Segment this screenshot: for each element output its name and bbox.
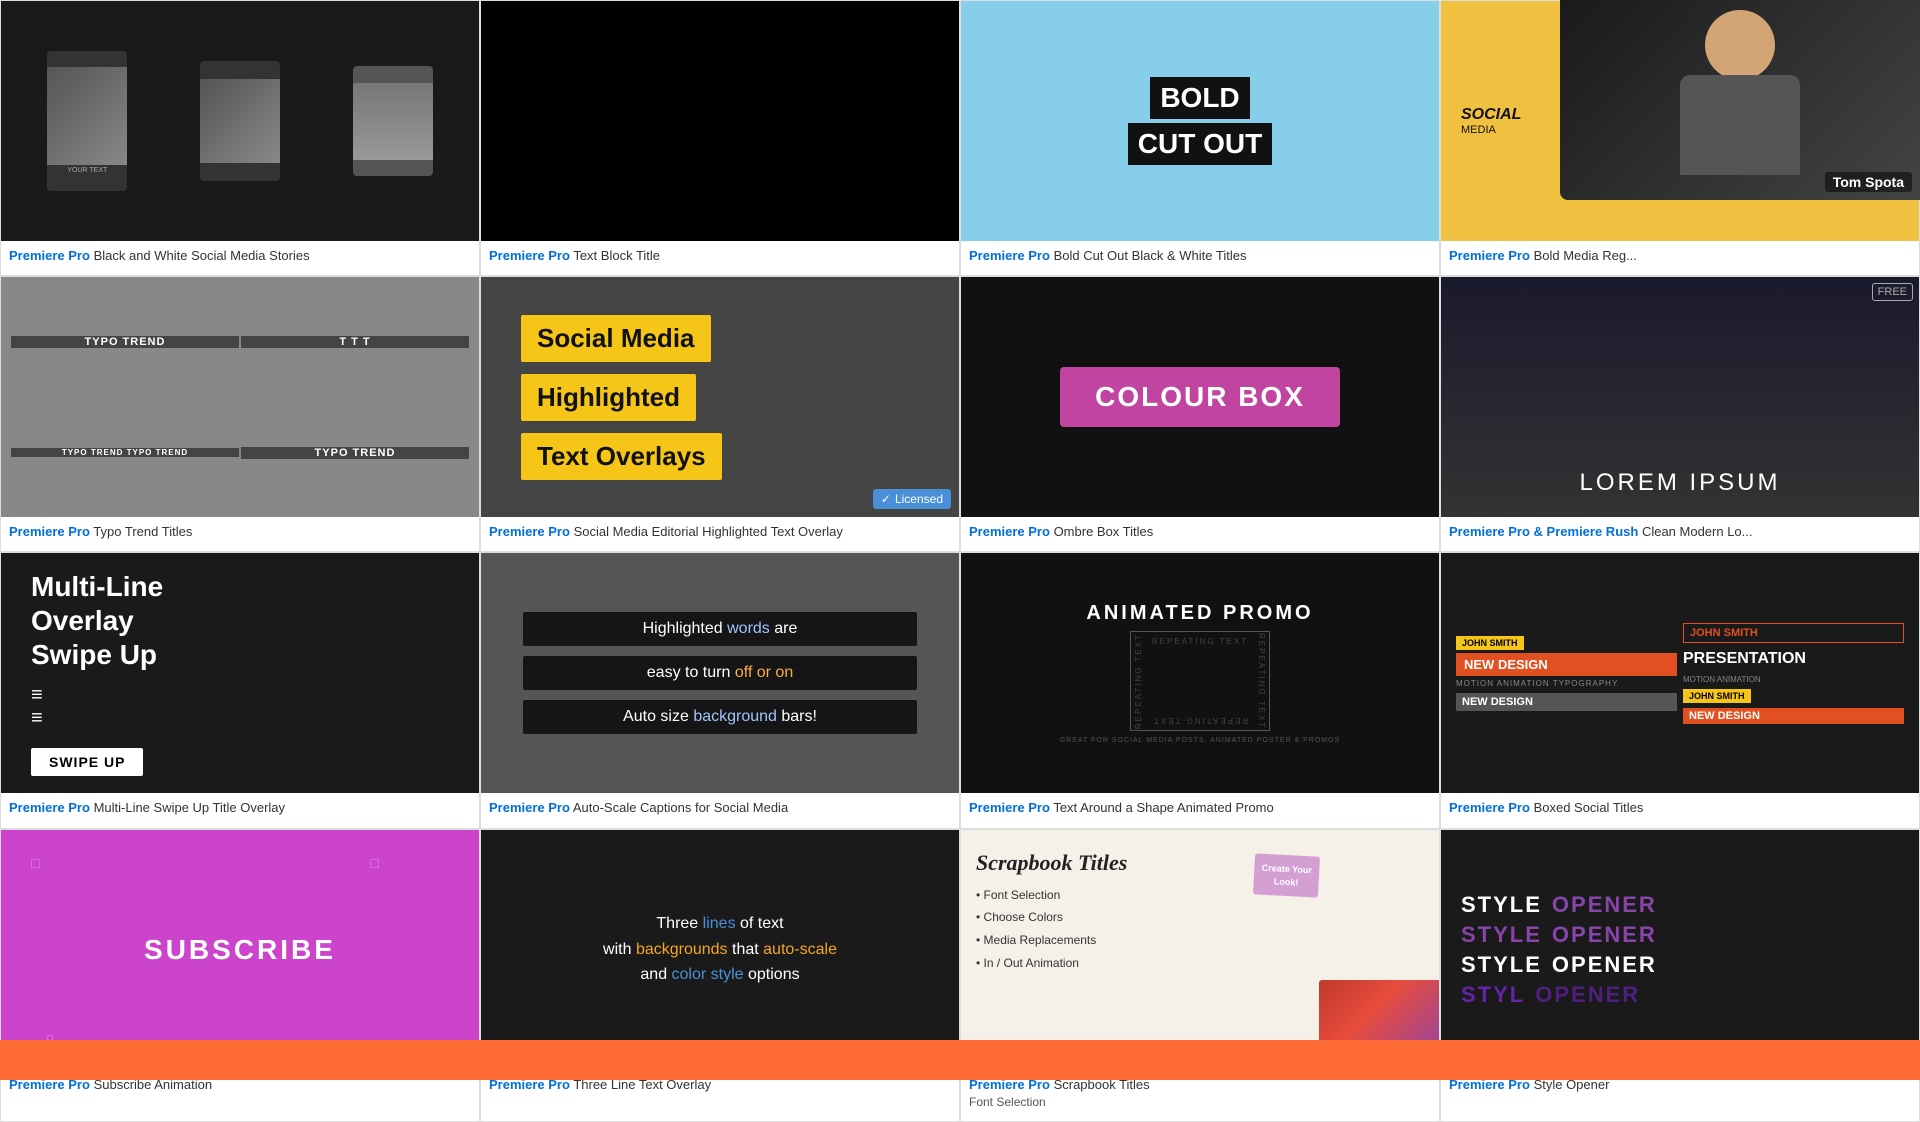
item-label: Premiere Pro Boxed Social Titles <box>1441 793 1919 827</box>
webcam-name: Tom Spota <box>1825 172 1912 192</box>
thumbnail-style-opener: STYLE OPENER STYLE OPENER STYLE OPENER S… <box>1441 830 1919 1070</box>
list-item[interactable]: Highlighted words are easy to turn off o… <box>480 552 960 828</box>
list-item[interactable]: ANIMATED PROMO REPEATING TEXT REPEATING … <box>960 552 1440 828</box>
bottom-bar <box>0 1040 1920 1080</box>
thumbnail-bold-bw: BOLD CUT OUT <box>961 1 1439 241</box>
thumbnail-auto-scale: Highlighted words are easy to turn off o… <box>481 553 959 793</box>
webcam-overlay: Tom Spota <box>1560 0 1920 200</box>
thumbnail-social-editorial: Social Media Highlighted Text Overlays ✓… <box>481 277 959 517</box>
item-label: Premiere Pro & Premiere Rush Clean Moder… <box>1441 517 1919 551</box>
list-item[interactable]: BOLD CUT OUT Premiere Pro Bold Cut Out B… <box>960 0 1440 276</box>
item-label: Premiere Pro Bold Cut Out Black & White … <box>961 241 1439 275</box>
item-label: Premiere Pro Typo Trend Titles <box>1 517 479 551</box>
item-label: Premiere Pro Multi-Line Swipe Up Title O… <box>1 793 479 827</box>
thumbnail-three-lines: Three lines of text with backgrounds tha… <box>481 830 959 1070</box>
person-body <box>1680 75 1800 175</box>
thumbnail-scrapbook: Scrapbook Titles • Font Selection • Choo… <box>961 830 1439 1070</box>
thumbnail-multiline: Multi-LineOverlaySwipe Up ≡≡ SWIPE UP <box>1 553 479 793</box>
free-badge: FREE <box>1872 283 1913 301</box>
thumbnail-subscribe: □ □ ○ ▽ SUBSCRIBE <box>1 830 479 1070</box>
item-label: Premiere Pro Text Around a Shape Animate… <box>961 793 1439 827</box>
item-label: Premiere Pro Bold Media Reg... <box>1441 241 1919 275</box>
licensed-badge: ✓Licensed <box>873 489 951 509</box>
thumbnail-typo-trend: TYPO TREND T T T TYPO TREND TYPO TREND T… <box>1 277 479 517</box>
list-item[interactable]: TYPO TREND T T T TYPO TREND TYPO TREND T… <box>0 276 480 552</box>
list-item[interactable]: JOHN SMITH NEW DESIGN MOTION ANIMATION T… <box>1440 552 1920 828</box>
item-label: Premiere Pro Auto-Scale Captions for Soc… <box>481 793 959 827</box>
person-head <box>1705 10 1775 80</box>
item-label: Premiere Pro Ombre Box Titles <box>961 517 1439 551</box>
item-label: Premiere Pro Text Block Title <box>481 241 959 275</box>
list-item[interactable]: YOUR TEXT Premiere Pro Black and White S… <box>0 0 480 276</box>
thumbnail-animated-promo: ANIMATED PROMO REPEATING TEXT REPEATING … <box>961 553 1439 793</box>
thumbnail-clean-modern: LOREM IPSUM FREE <box>1441 277 1919 517</box>
list-item[interactable]: Multi-LineOverlaySwipe Up ≡≡ SWIPE UP Pr… <box>0 552 480 828</box>
list-item[interactable]: LOREM IPSUM FREE Premiere Pro & Premiere… <box>1440 276 1920 552</box>
scrapbook-subtitle: Font Selection <box>969 1094 1431 1111</box>
item-label: Premiere Pro Black and White Social Medi… <box>1 241 479 275</box>
item-label: Premiere Pro Social Media Editorial High… <box>481 517 959 551</box>
thumbnail-ombre-box: COLOUR BOX <box>961 277 1439 517</box>
webcam-video <box>1560 0 1920 200</box>
thumbnail-text-block <box>481 1 959 241</box>
licensed-text: Licensed <box>895 492 943 506</box>
thumbnail-boxed-social: JOHN SMITH NEW DESIGN MOTION ANIMATION T… <box>1441 553 1919 793</box>
thumbnail-bw-social: YOUR TEXT <box>1 1 479 241</box>
person-silhouette <box>1660 10 1820 190</box>
list-item[interactable]: Social Media Highlighted Text Overlays ✓… <box>480 276 960 552</box>
swipe-up-label: SWIPE UP <box>31 748 143 776</box>
list-item[interactable]: COLOUR BOX Premiere Pro Ombre Box Titles <box>960 276 1440 552</box>
list-item[interactable]: Premiere Pro Text Block Title <box>480 0 960 276</box>
